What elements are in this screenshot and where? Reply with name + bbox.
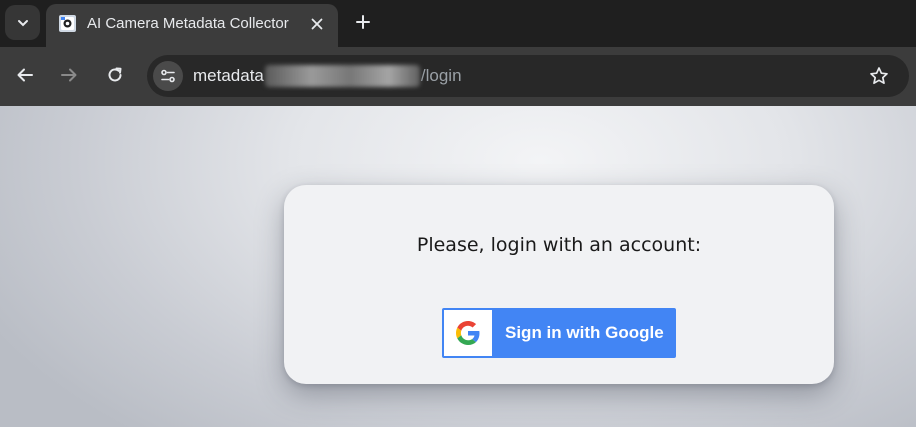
reload-icon <box>108 67 122 82</box>
tab-strip: AI Camera Metadata Collector <box>0 0 916 47</box>
tab-search-button[interactable] <box>5 5 40 40</box>
login-card: Please, login with an account: Sign in w… <box>284 185 834 384</box>
google-logo-container <box>444 310 492 356</box>
url-prefix: metadata <box>193 66 264 85</box>
address-bar[interactable]: metadata /login <box>147 55 909 97</box>
page-viewport: Please, login with an account: Sign in w… <box>0 106 916 427</box>
google-sign-in-label: Sign in with Google <box>505 323 664 342</box>
tune-icon <box>161 69 175 83</box>
plus-icon <box>356 15 370 29</box>
camera-favicon-icon <box>59 15 76 32</box>
url-path: /login <box>420 66 462 85</box>
url-text[interactable]: metadata /login <box>193 65 462 87</box>
star-icon <box>870 67 888 85</box>
active-tab[interactable]: AI Camera Metadata Collector <box>46 4 338 47</box>
chevron-down-icon <box>17 19 28 26</box>
arrow-left-icon <box>17 68 33 82</box>
google-g-icon <box>456 321 480 345</box>
bookmark-button[interactable] <box>866 63 892 89</box>
login-prompt: Please, login with an account: <box>416 234 702 256</box>
redacted-url-segment <box>264 65 420 87</box>
forward-button[interactable] <box>56 62 82 88</box>
tab-title: AI Camera Metadata Collector <box>87 15 289 32</box>
arrow-right-icon <box>61 68 77 82</box>
reload-button[interactable] <box>102 62 128 88</box>
tab-close-button[interactable] <box>306 13 328 35</box>
google-sign-in-button[interactable]: Sign in with Google <box>442 308 676 358</box>
back-button[interactable] <box>12 62 38 88</box>
browser-toolbar: metadata /login <box>0 47 916 106</box>
site-info-button[interactable] <box>153 61 183 91</box>
new-tab-button[interactable] <box>350 9 376 35</box>
close-icon <box>311 18 323 30</box>
